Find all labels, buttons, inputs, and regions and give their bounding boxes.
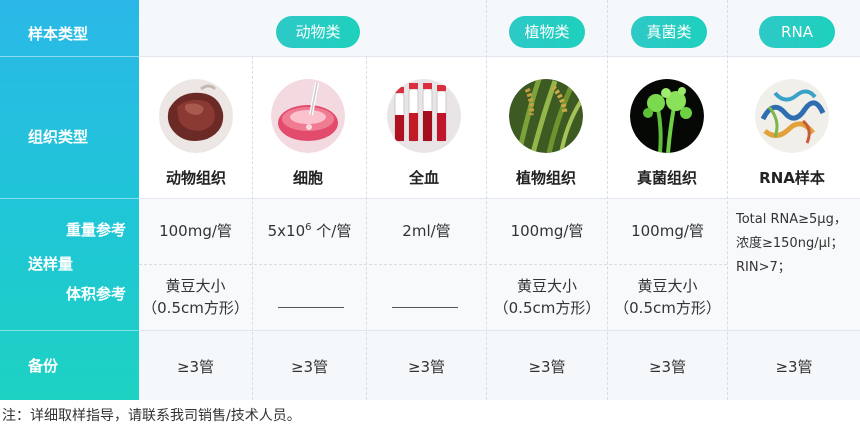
volume-line: 黄豆大小 (516, 277, 577, 295)
weight-plant: 100mg/管 (510, 222, 584, 240)
volume-line: 黄豆大小 (637, 277, 698, 295)
category-animal: 动物类 (276, 16, 360, 48)
header-sending-amount: 送样量 (28, 255, 74, 273)
rna-note-line: RIN>7； (736, 260, 791, 275)
sample-requirements-table: 样本类型 组织类型 重量参考 送样量 体积参考 备份 动物类 植物类 真菌类 R… (0, 0, 860, 400)
col-divider (607, 0, 608, 400)
header-backup: 备份 (28, 357, 59, 375)
header-column: 样本类型 组织类型 重量参考 送样量 体积参考 备份 (0, 0, 139, 400)
backup-rna: ≥3管 (775, 358, 813, 376)
header-tissue-type: 组织类型 (28, 128, 89, 146)
header-sample-type: 样本类型 (28, 25, 89, 43)
volume-line: 黄豆大小 (165, 277, 226, 295)
weight-cells-base: 5x10 (267, 222, 306, 240)
tissue-label-blood: 全血 (408, 169, 439, 187)
volume-animal: 黄豆大小 （0.5cm方形） (139, 275, 252, 319)
category-fungi: 真菌类 (631, 16, 707, 48)
header-divider (0, 330, 139, 331)
tissue-label-cells: 细胞 (292, 169, 323, 187)
cells-image (271, 79, 345, 153)
plant-tissue-image (509, 79, 583, 153)
rna-requirement-note: Total RNA≥5μg， 浓度≥150ng/μl； RIN>7； (736, 208, 847, 280)
row-divider (139, 198, 860, 199)
header-divider (0, 198, 139, 199)
category-row (139, 0, 860, 56)
header-weight-ref: 重量参考 (66, 221, 127, 239)
backup-plant: ≥3管 (528, 358, 566, 376)
volume-line: （0.5cm方形） (142, 299, 249, 317)
header-divider (0, 56, 139, 57)
volume-line: （0.5cm方形） (493, 299, 601, 317)
empty-dash (392, 307, 458, 308)
rna-sample-image (755, 79, 829, 153)
header-volume-ref: 体积参考 (66, 285, 127, 303)
row-divider (139, 56, 860, 57)
tissue-label-rna: RNA样本 (759, 169, 825, 187)
weight-blood: 2ml/管 (402, 222, 451, 240)
volume-fungi: 黄豆大小 （0.5cm方形） (608, 275, 727, 319)
tissue-label-plant: 植物组织 (515, 169, 576, 187)
whole-blood-image (387, 79, 461, 153)
animal-tissue-image (159, 79, 233, 153)
row-divider (139, 264, 727, 265)
rna-note-line: Total RNA≥5μg， (736, 212, 847, 227)
category-plant: 植物类 (509, 16, 585, 48)
weight-animal: 100mg/管 (159, 222, 232, 240)
empty-dash (278, 307, 344, 308)
weight-cells-unit: 个/管 (311, 222, 352, 240)
footnote: 注：详细取样指导，请联系我司销售/技术人员。 (2, 408, 301, 424)
rna-note-line: 浓度≥150ng/μl； (736, 236, 844, 251)
volume-plant: 黄豆大小 （0.5cm方形） (487, 275, 607, 319)
backup-cells: ≥3管 (290, 358, 329, 376)
backup-animal: ≥3管 (176, 358, 215, 376)
col-divider (727, 0, 728, 400)
row-divider (139, 330, 860, 331)
backup-blood: ≥3管 (407, 358, 446, 376)
weight-cells: 5x106 个/管 (253, 220, 366, 241)
backup-fungi: ≥3管 (648, 358, 687, 376)
weight-fungi: 100mg/管 (631, 222, 704, 240)
fungi-tissue-image (630, 79, 704, 153)
tissue-label-animal: 动物组织 (165, 169, 226, 187)
col-divider (486, 0, 487, 400)
category-rna: RNA (759, 16, 835, 48)
tissue-label-fungi: 真菌组织 (636, 169, 697, 187)
volume-line: （0.5cm方形） (614, 299, 721, 317)
